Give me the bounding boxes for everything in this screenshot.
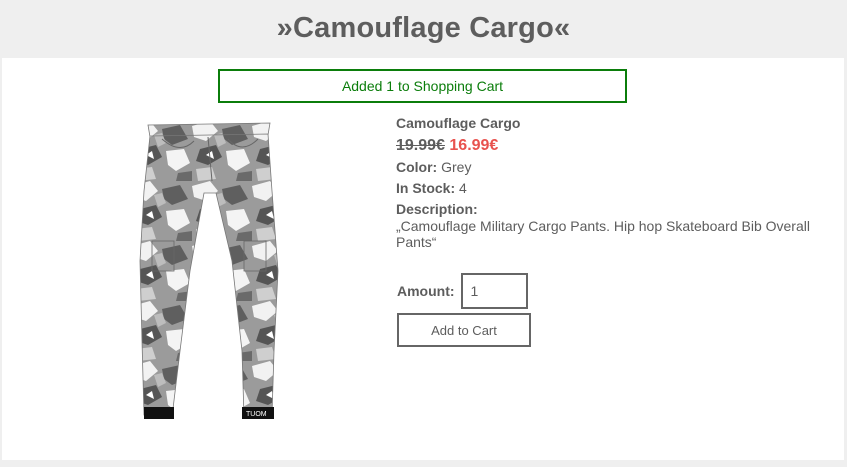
- sale-price: 16.99€: [449, 137, 499, 154]
- amount-label: Amount:: [397, 283, 455, 299]
- stock-row: In Stock: 4: [396, 180, 816, 197]
- old-price: 19.99€: [396, 137, 445, 154]
- amount-row: Amount:: [397, 273, 528, 309]
- cuff-brand-text: TUOM: [246, 411, 267, 418]
- description-text: „Camouflage Military Cargo Pants. Hip ho…: [396, 218, 810, 250]
- product-card: Added 1 to Shopping Cart TUOM Camouflage…: [2, 58, 844, 460]
- amount-input[interactable]: [460, 273, 528, 309]
- price-row: 19.99€ 16.99€: [396, 136, 816, 155]
- product-image: TUOM: [139, 122, 279, 419]
- description-row: Description: „Camouflage Military Cargo …: [396, 201, 816, 250]
- product-name: Camouflage Cargo: [396, 115, 521, 131]
- add-to-cart-button[interactable]: Add to Cart: [397, 313, 531, 347]
- color-row: Color: Grey: [396, 159, 816, 176]
- stock-value: 4: [459, 180, 467, 196]
- cart-notice: Added 1 to Shopping Cart: [218, 69, 627, 103]
- color-value: Grey: [441, 159, 472, 175]
- page-header: »Camouflage Cargo«: [0, 0, 847, 57]
- color-label: Color:: [396, 159, 438, 175]
- page-title: »Camouflage Cargo«: [276, 12, 571, 44]
- stock-label: In Stock:: [396, 180, 456, 196]
- description-label: Description:: [396, 201, 478, 217]
- product-info: Camouflage Cargo 19.99€ 16.99€ Color: Gr…: [396, 115, 816, 250]
